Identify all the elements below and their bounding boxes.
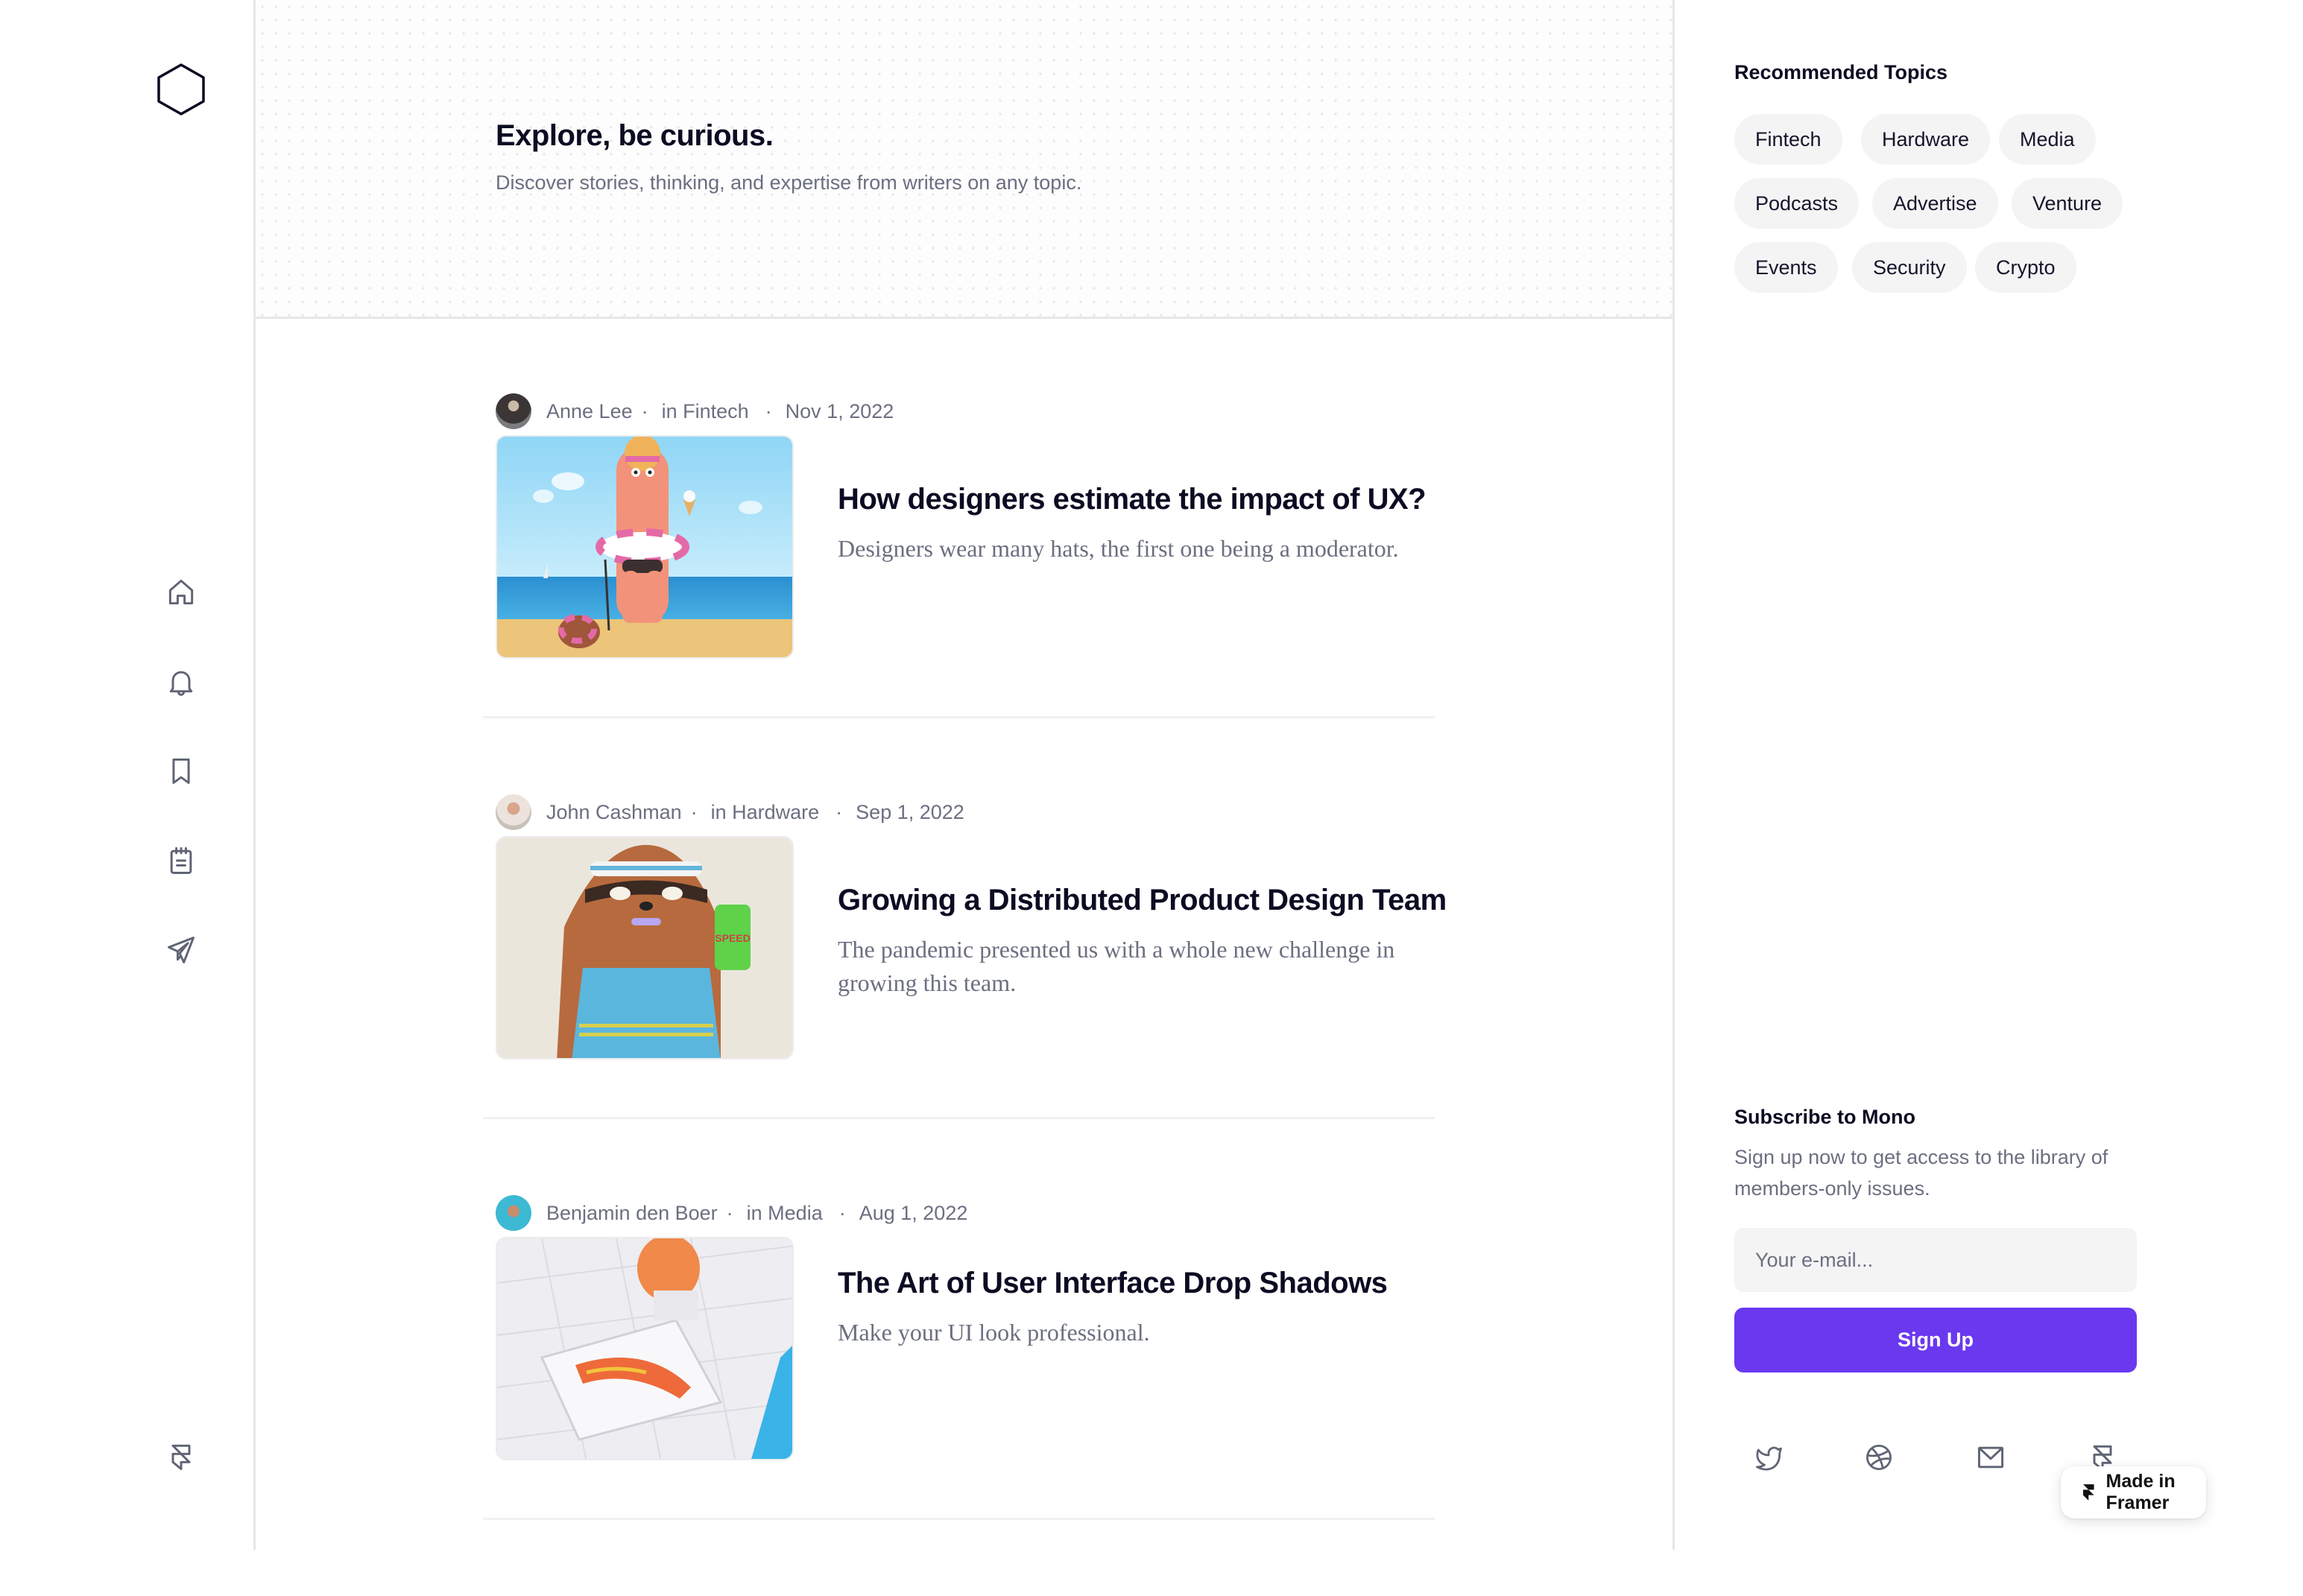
article-description: The pandemic presented us with a whole n… [838, 936, 1395, 996]
badge-label: Made in Framer [2105, 1471, 2176, 1513]
mail-icon [1977, 1446, 2004, 1469]
left-sidebar [0, 0, 256, 1550]
paper-plane-icon [168, 937, 195, 963]
framer-logo-icon [2083, 1484, 2094, 1501]
article-description: Designers wear many hats, the first one … [838, 535, 1399, 562]
article-date: Nov 1, 2022 [785, 399, 894, 422]
dribbble-icon [1866, 1445, 1892, 1470]
bell-icon [169, 671, 193, 696]
author-name[interactable]: Benjamin den Boer [546, 1202, 718, 1225]
page-title: Explore, be curious. [496, 119, 774, 152]
notepad-icon [170, 847, 192, 874]
article-title[interactable]: Growing a Distributed Product Design Tea… [838, 884, 1447, 917]
nav-home[interactable] [162, 574, 200, 611]
meta-separator: · [765, 399, 772, 422]
article-date: Sep 1, 2022 [856, 800, 964, 823]
article-divider [483, 716, 1435, 718]
framer-link[interactable] [162, 1438, 200, 1475]
author-name[interactable]: Anne Lee [546, 400, 633, 423]
hotdog-illustration [497, 1238, 792, 1459]
article-meta: Benjamin den Boer · in Media · Aug 1, 20… [496, 1195, 967, 1231]
topic-chip-security[interactable]: Security [1852, 242, 1967, 293]
article-divider [483, 1117, 1435, 1119]
article-thumbnail[interactable] [496, 435, 794, 659]
topic-chip-venture[interactable]: Venture [2012, 178, 2123, 229]
dribbble-link[interactable] [1861, 1440, 1897, 1475]
twitter-icon [1756, 1446, 1782, 1471]
nav-bookmarks[interactable] [162, 753, 200, 790]
author-avatar[interactable] [496, 794, 531, 830]
topic-chip-media[interactable]: Media [1999, 114, 2096, 165]
article-meta: John Cashman · in Hardware · Sep 1, 2022 [496, 794, 964, 830]
article-title[interactable]: How designers estimate the impact of UX? [838, 483, 1427, 516]
sign-up-button[interactable]: Sign Up [1734, 1308, 2137, 1372]
nav-notifications[interactable] [162, 663, 200, 700]
home-icon [168, 579, 194, 605]
article-card[interactable]: John Cashman · in Hardware · Sep 1, 2022… [483, 794, 1447, 1195]
topic-chip-hardware[interactable]: Hardware [1861, 114, 1991, 165]
meta-separator: · [835, 800, 843, 823]
recommended-topics-heading: Recommended Topics [1734, 61, 1948, 83]
made-in-framer-badge[interactable]: Made in Framer [2061, 1466, 2206, 1519]
author-avatar[interactable] [496, 393, 531, 429]
article-topic[interactable]: in Fintech [662, 400, 749, 423]
article-divider [483, 1518, 1435, 1520]
article-card[interactable]: Anne Lee · in Fintech · Nov 1, 2022 How … [483, 393, 1435, 794]
article-thumbnail[interactable] [496, 1237, 794, 1460]
twitter-link[interactable] [1751, 1440, 1787, 1475]
meta-separator: · [838, 1201, 846, 1224]
nav-notes[interactable] [162, 842, 200, 879]
article-title[interactable]: The Art of User Interface Drop Shadows [838, 1267, 1388, 1300]
subscribe-description: Sign up now to get access to the library… [1734, 1146, 2108, 1200]
subscribe-heading: Subscribe to Mono [1734, 1106, 1915, 1128]
article-card[interactable]: Benjamin den Boer · in Media · Aug 1, 20… [483, 1195, 1435, 1596]
article-description: Make your UI look professional. [838, 1319, 1150, 1346]
meta-separator: · [726, 1201, 733, 1224]
bookmark-icon [172, 758, 190, 785]
sloth-illustration: SPEED [497, 837, 792, 1058]
topic-chip-events[interactable]: Events [1734, 242, 1838, 293]
beach-illustration [497, 437, 792, 657]
page-subtitle: Discover stories, thinking, and expertis… [496, 171, 1082, 194]
author-name[interactable]: John Cashman [546, 801, 682, 824]
topic-chip-advertise[interactable]: Advertise [1872, 178, 1998, 229]
svg-text:SPEED: SPEED [715, 932, 750, 944]
article-date: Aug 1, 2022 [859, 1201, 968, 1224]
framer-icon [171, 1444, 191, 1470]
topic-chip-fintech[interactable]: Fintech [1734, 114, 1842, 165]
article-topic[interactable]: in Hardware [711, 801, 820, 824]
page-header: Explore, be curious. Discover stories, t… [256, 0, 1672, 319]
article-thumbnail[interactable]: SPEED [496, 836, 794, 1060]
article-meta: Anne Lee · in Fintech · Nov 1, 2022 [496, 393, 894, 429]
mail-link[interactable] [1973, 1440, 2009, 1475]
article-topic[interactable]: in Media [747, 1202, 823, 1225]
topic-chip-podcasts[interactable]: Podcasts [1734, 178, 1860, 229]
email-input[interactable] [1734, 1228, 2137, 1292]
meta-separator: · [641, 399, 648, 422]
meta-separator: · [690, 800, 698, 823]
topic-chip-crypto[interactable]: Crypto [1975, 242, 2076, 293]
nav-send[interactable] [162, 931, 200, 969]
hexagon-logo-icon[interactable] [155, 63, 207, 116]
right-panel: Recommended Topics Fintech Hardware Medi… [1672, 0, 2303, 1550]
author-avatar[interactable] [496, 1195, 531, 1231]
